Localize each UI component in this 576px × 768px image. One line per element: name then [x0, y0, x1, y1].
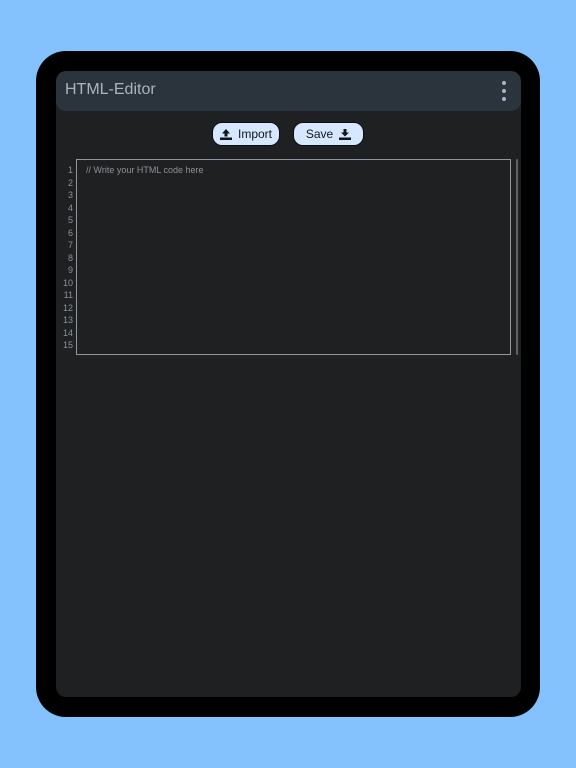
device-frame: HTML-Editor Import Save 1 2 3 4 5 6 7 8 … — [36, 51, 540, 717]
more-vertical-icon[interactable] — [499, 81, 509, 103]
line-number: 1 — [67, 165, 73, 175]
line-number: 6 — [67, 227, 73, 238]
download-icon — [339, 128, 352, 140]
app-screen: HTML-Editor Import Save 1 2 3 4 5 6 7 8 … — [56, 71, 521, 697]
line-number: 10 — [62, 277, 73, 288]
code-editor[interactable]: // Write your HTML code here — [76, 159, 511, 355]
line-number: 14 — [62, 327, 73, 338]
line-number: 3 — [67, 190, 73, 200]
line-number: 2 — [67, 177, 73, 188]
line-number: 7 — [67, 240, 73, 250]
import-label: Import — [237, 127, 272, 141]
line-number: 11 — [63, 290, 73, 300]
line-number: 12 — [62, 302, 73, 313]
app-title: HTML-Editor — [65, 81, 156, 98]
line-number-gutter: 1 2 3 4 5 6 7 8 9 10 11 12 13 14 15 — [56, 164, 73, 352]
import-button[interactable]: Import — [212, 122, 280, 146]
line-number: 8 — [67, 252, 73, 263]
line-number: 15 — [62, 340, 73, 350]
line-number: 5 — [67, 215, 73, 225]
code-placeholder: // Write your HTML code here — [86, 165, 204, 175]
save-label: Save — [305, 127, 334, 141]
editor-scrollbar[interactable] — [516, 159, 518, 355]
save-button[interactable]: Save — [293, 122, 364, 146]
line-number: 4 — [67, 202, 73, 213]
line-number: 13 — [62, 315, 73, 325]
app-bar: HTML-Editor — [56, 71, 521, 111]
upload-icon — [219, 128, 232, 140]
line-number: 9 — [67, 265, 73, 275]
